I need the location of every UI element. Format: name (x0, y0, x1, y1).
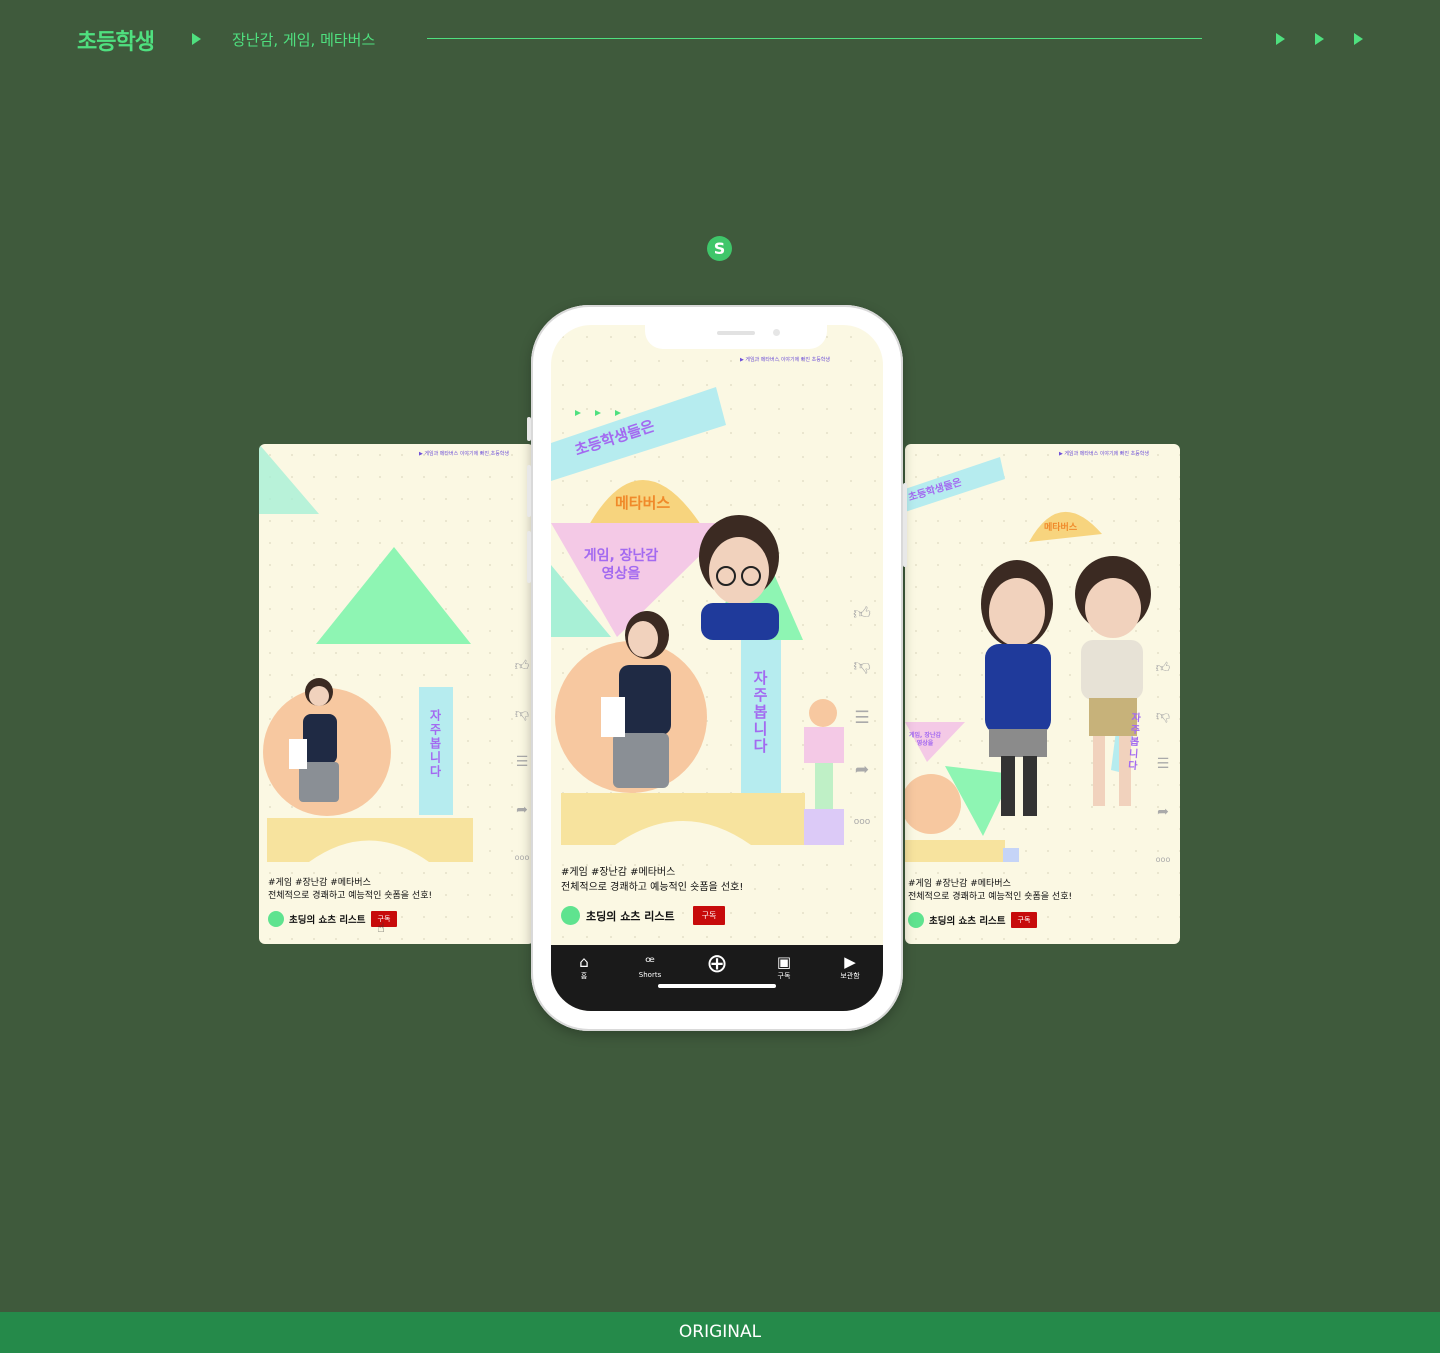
hashtags: #게임 #장난감 #메타버스 (908, 879, 1011, 889)
subscribe-button[interactable]: 구독 (692, 906, 726, 925)
shorts-icon: ꟹ (645, 953, 655, 971)
screen-game-banner: 게임, 장난감 영상을 (583, 548, 659, 582)
like-icon[interactable]: 👍︎ (853, 605, 871, 623)
dislike-icon[interactable]: 👎︎ (1154, 707, 1172, 725)
phone-power-button (903, 483, 907, 567)
top-bar: 초등학생 장난감, 게임, 메타버스 (0, 0, 1440, 80)
subscribe-button[interactable]: 구독 (1010, 912, 1038, 928)
comment-icon[interactable]: ☰ (513, 753, 531, 771)
card-left-actions: 👍︎ 👎︎ ☰ ➦ ooo (513, 657, 531, 867)
share-icon[interactable]: ➦ (853, 761, 871, 779)
channel-row: 초딩의 쇼츠 리스트 구독 (561, 906, 726, 925)
channel-name[interactable]: 초딩의 쇼츠 리스트 (586, 908, 675, 924)
card-right-game-banner: 게임, 장난감 영상을 (909, 732, 941, 747)
nav-subscriptions[interactable]: ▣ 구독 (759, 953, 809, 981)
plus-icon: ⊕ (706, 949, 728, 979)
channel-avatar[interactable] (561, 906, 580, 925)
screen-meta-banner: 메타버스 (615, 494, 671, 512)
more-icon[interactable]: ooo (1154, 851, 1172, 869)
screen-actions: 👍︎ 👎︎ ☰ ➦ ooo (853, 605, 871, 831)
hand-cursor-icon: ☝ (377, 921, 385, 936)
page-subtitle: 장난감, 게임, 메타버스 (232, 31, 376, 49)
phone-screen[interactable]: ▶ 게임과 메타버스 이야기에 빠진 초등학생 초등학생들은 메타버스 게임, … (551, 325, 883, 1011)
more-icon[interactable]: ooo (853, 813, 871, 831)
phone-mute-switch (527, 417, 531, 441)
short-card-right[interactable]: ▶ 게임과 메타버스 이야기에 빠진 초등학생 초등학생들은 메타버스 게임, … (905, 444, 1180, 944)
comment-icon[interactable]: ☰ (853, 709, 871, 727)
nav-arrow-icon-3[interactable] (1354, 33, 1363, 45)
description: 전체적으로 경쾌하고 예능적인 숏폼을 선호! (908, 892, 1073, 902)
like-icon[interactable]: 👍︎ (513, 657, 531, 675)
subscriptions-icon: ▣ (776, 953, 792, 971)
like-icon[interactable]: 👍︎ (1154, 659, 1172, 677)
phone-volume-down (527, 531, 531, 583)
description: 전체적으로 경쾌하고 예능적인 숏폼을 선호! (561, 882, 744, 893)
more-icon[interactable]: ooo (513, 849, 531, 867)
card-left-caption: #게임 #장난감 #메타버스 전체적으로 경쾌하고 예능적인 숏폼을 선호! (268, 877, 432, 903)
channel-name[interactable]: 초딩의 쇼츠 리스트 (929, 913, 1006, 927)
dislike-icon[interactable]: 👎︎ (513, 705, 531, 723)
nav-create[interactable]: ⊕ (692, 951, 742, 977)
channel-avatar[interactable] (908, 912, 924, 928)
nav-arrow-icon-2[interactable] (1315, 33, 1324, 45)
channel-avatar[interactable] (268, 911, 284, 927)
nav-home[interactable]: ⌂ 홈 (559, 953, 609, 981)
bottom-nav: ⌂ 홈 ꟹ Shorts ⊕ ▣ 구독 ▶ 보관함 (551, 945, 883, 1011)
share-icon[interactable]: ➦ (513, 801, 531, 819)
library-icon: ▶ (844, 953, 856, 971)
hashtags: #게임 #장난감 #메타버스 (561, 867, 676, 878)
divider-line (427, 38, 1202, 39)
play-arrow-icon (192, 33, 201, 45)
brand-title: 초등학생 (77, 30, 155, 55)
channel-row: 초딩의 쇼츠 리스트 구독 (908, 912, 1038, 928)
screen-often-text: 자주봅니다 (751, 670, 769, 755)
phone-volume-up (527, 465, 531, 517)
nav-shorts[interactable]: ꟹ Shorts (625, 953, 675, 979)
nav-library[interactable]: ▶ 보관함 (825, 953, 875, 981)
phone-mockup: ▶ 게임과 메타버스 이야기에 빠진 초등학생 초등학생들은 메타버스 게임, … (527, 305, 907, 1031)
share-icon[interactable]: ➦ (1154, 803, 1172, 821)
card-right-shapes (905, 457, 1151, 862)
card-right-caption: #게임 #장난감 #메타버스 전체적으로 경쾌하고 예능적인 숏폼을 선호! (908, 878, 1072, 904)
card-left-shapes (259, 444, 473, 862)
card-right-meta-banner: 메타버스 (1044, 523, 1078, 533)
description: 전체적으로 경쾌하고 예능적인 숏폼을 선호! (268, 891, 433, 901)
nav-arrow-icon-1[interactable] (1276, 33, 1285, 45)
short-card-left[interactable]: ▶ 게임과 메타버스 이야기에 빠진 초등학생 자주봅니다 👍︎ 👎︎ ☰ ➦ … (259, 444, 534, 944)
s-badge: S (707, 236, 732, 261)
channel-name[interactable]: 초딩의 쇼츠 리스트 (289, 912, 366, 926)
comment-icon[interactable]: ☰ (1154, 755, 1172, 773)
home-icon: ⌂ (579, 953, 589, 971)
card-left-often-text: 자주봅니다 (428, 709, 442, 779)
card-right-actions: 👍︎ 👎︎ ☰ ➦ ooo (1154, 659, 1172, 869)
footer-label: ORIGINAL (0, 1312, 1440, 1353)
hashtags: #게임 #장난감 #메타버스 (268, 878, 371, 888)
screen-caption: #게임 #장난감 #메타버스 전체적으로 경쾌하고 예능적인 숏폼을 선호! (561, 865, 743, 895)
screen-shapes (551, 387, 844, 845)
dislike-icon[interactable]: 👎︎ (853, 657, 871, 675)
home-indicator (658, 984, 776, 988)
